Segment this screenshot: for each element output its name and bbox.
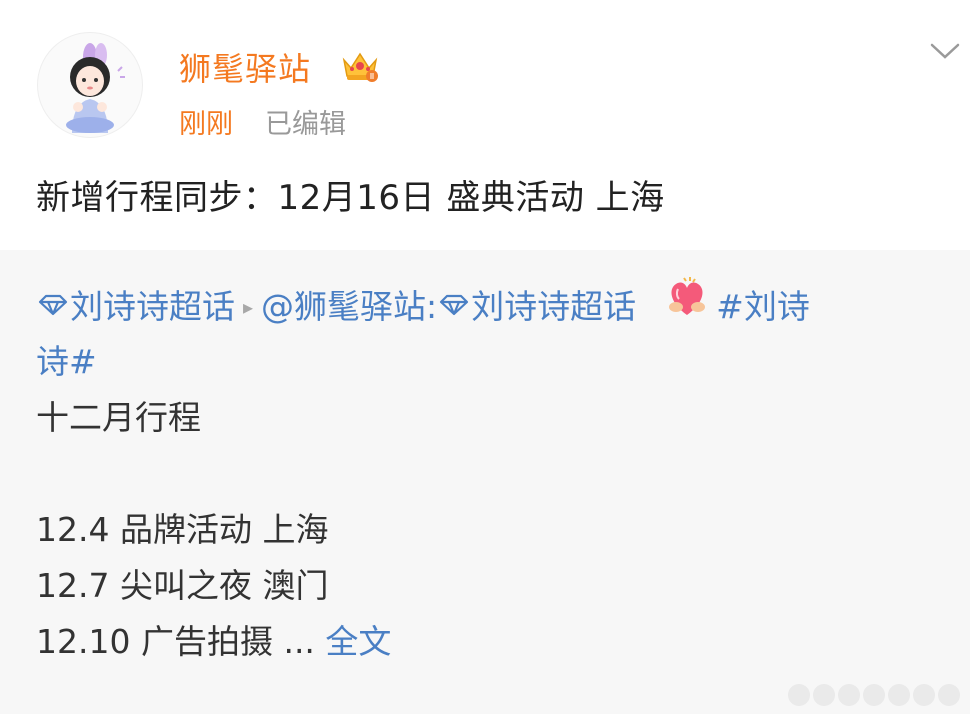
cartoon-girl-avatar-icon bbox=[66, 43, 125, 133]
diamond-icon bbox=[437, 278, 471, 334]
repost-line-2: 诗# bbox=[36, 334, 936, 390]
triangle-right-icon: ▸ bbox=[243, 295, 254, 319]
post-meta: 刚刚 已编辑 bbox=[179, 102, 346, 141]
supertopic-label-2: 刘诗诗超话 bbox=[471, 287, 637, 326]
author-name[interactable]: 狮髦驿站 bbox=[179, 44, 311, 90]
schedule-item-3-text: 12.10 广告拍摄 ... bbox=[36, 622, 315, 661]
hashtag-link-part2[interactable]: 诗# bbox=[36, 342, 97, 381]
watermark bbox=[788, 684, 960, 706]
edited-label[interactable]: 已编辑 bbox=[265, 109, 346, 140]
post-header: 狮髦驿站 刚刚 已编辑 bbox=[0, 0, 970, 160]
schedule-heading: 十二月行程 bbox=[36, 398, 201, 437]
hashtag-link-part1[interactable]: #刘诗 bbox=[716, 287, 810, 326]
author-avatar[interactable] bbox=[37, 32, 143, 138]
chevron-down-icon[interactable] bbox=[928, 40, 962, 62]
repost-content: 刘诗诗超话 ▸ @狮髦驿站: 刘诗诗超话 #刘诗 诗# 十二月行程 12.4 品牌活动 … bbox=[36, 275, 936, 670]
supertopic-link-1[interactable]: 刘诗诗超话 bbox=[36, 287, 235, 326]
repost-line-1: 刘诗诗超话 ▸ @狮髦驿站: 刘诗诗超话 #刘诗 bbox=[36, 275, 936, 336]
schedule-item-3: 12.10 广告拍摄 ... 全文 bbox=[36, 614, 936, 670]
heart-hug-emoji-icon bbox=[664, 275, 710, 336]
post-time: 刚刚 bbox=[179, 109, 233, 140]
vip-crown-icon[interactable] bbox=[340, 46, 380, 84]
schedule-item-2: 12.7 尖叫之夜 澳门 bbox=[36, 566, 329, 605]
mention-link[interactable]: @狮髦驿站: bbox=[261, 287, 437, 326]
diamond-icon bbox=[36, 278, 70, 334]
supertopic-link-2[interactable]: 刘诗诗超话 bbox=[437, 287, 636, 326]
supertopic-label-1: 刘诗诗超话 bbox=[70, 287, 235, 326]
post-text: 新增行程同步：12月16日 盛典活动 上海 bbox=[36, 178, 665, 218]
schedule-item-1: 12.4 品牌活动 上海 bbox=[36, 510, 329, 549]
full-text-link[interactable]: 全文 bbox=[325, 622, 391, 661]
